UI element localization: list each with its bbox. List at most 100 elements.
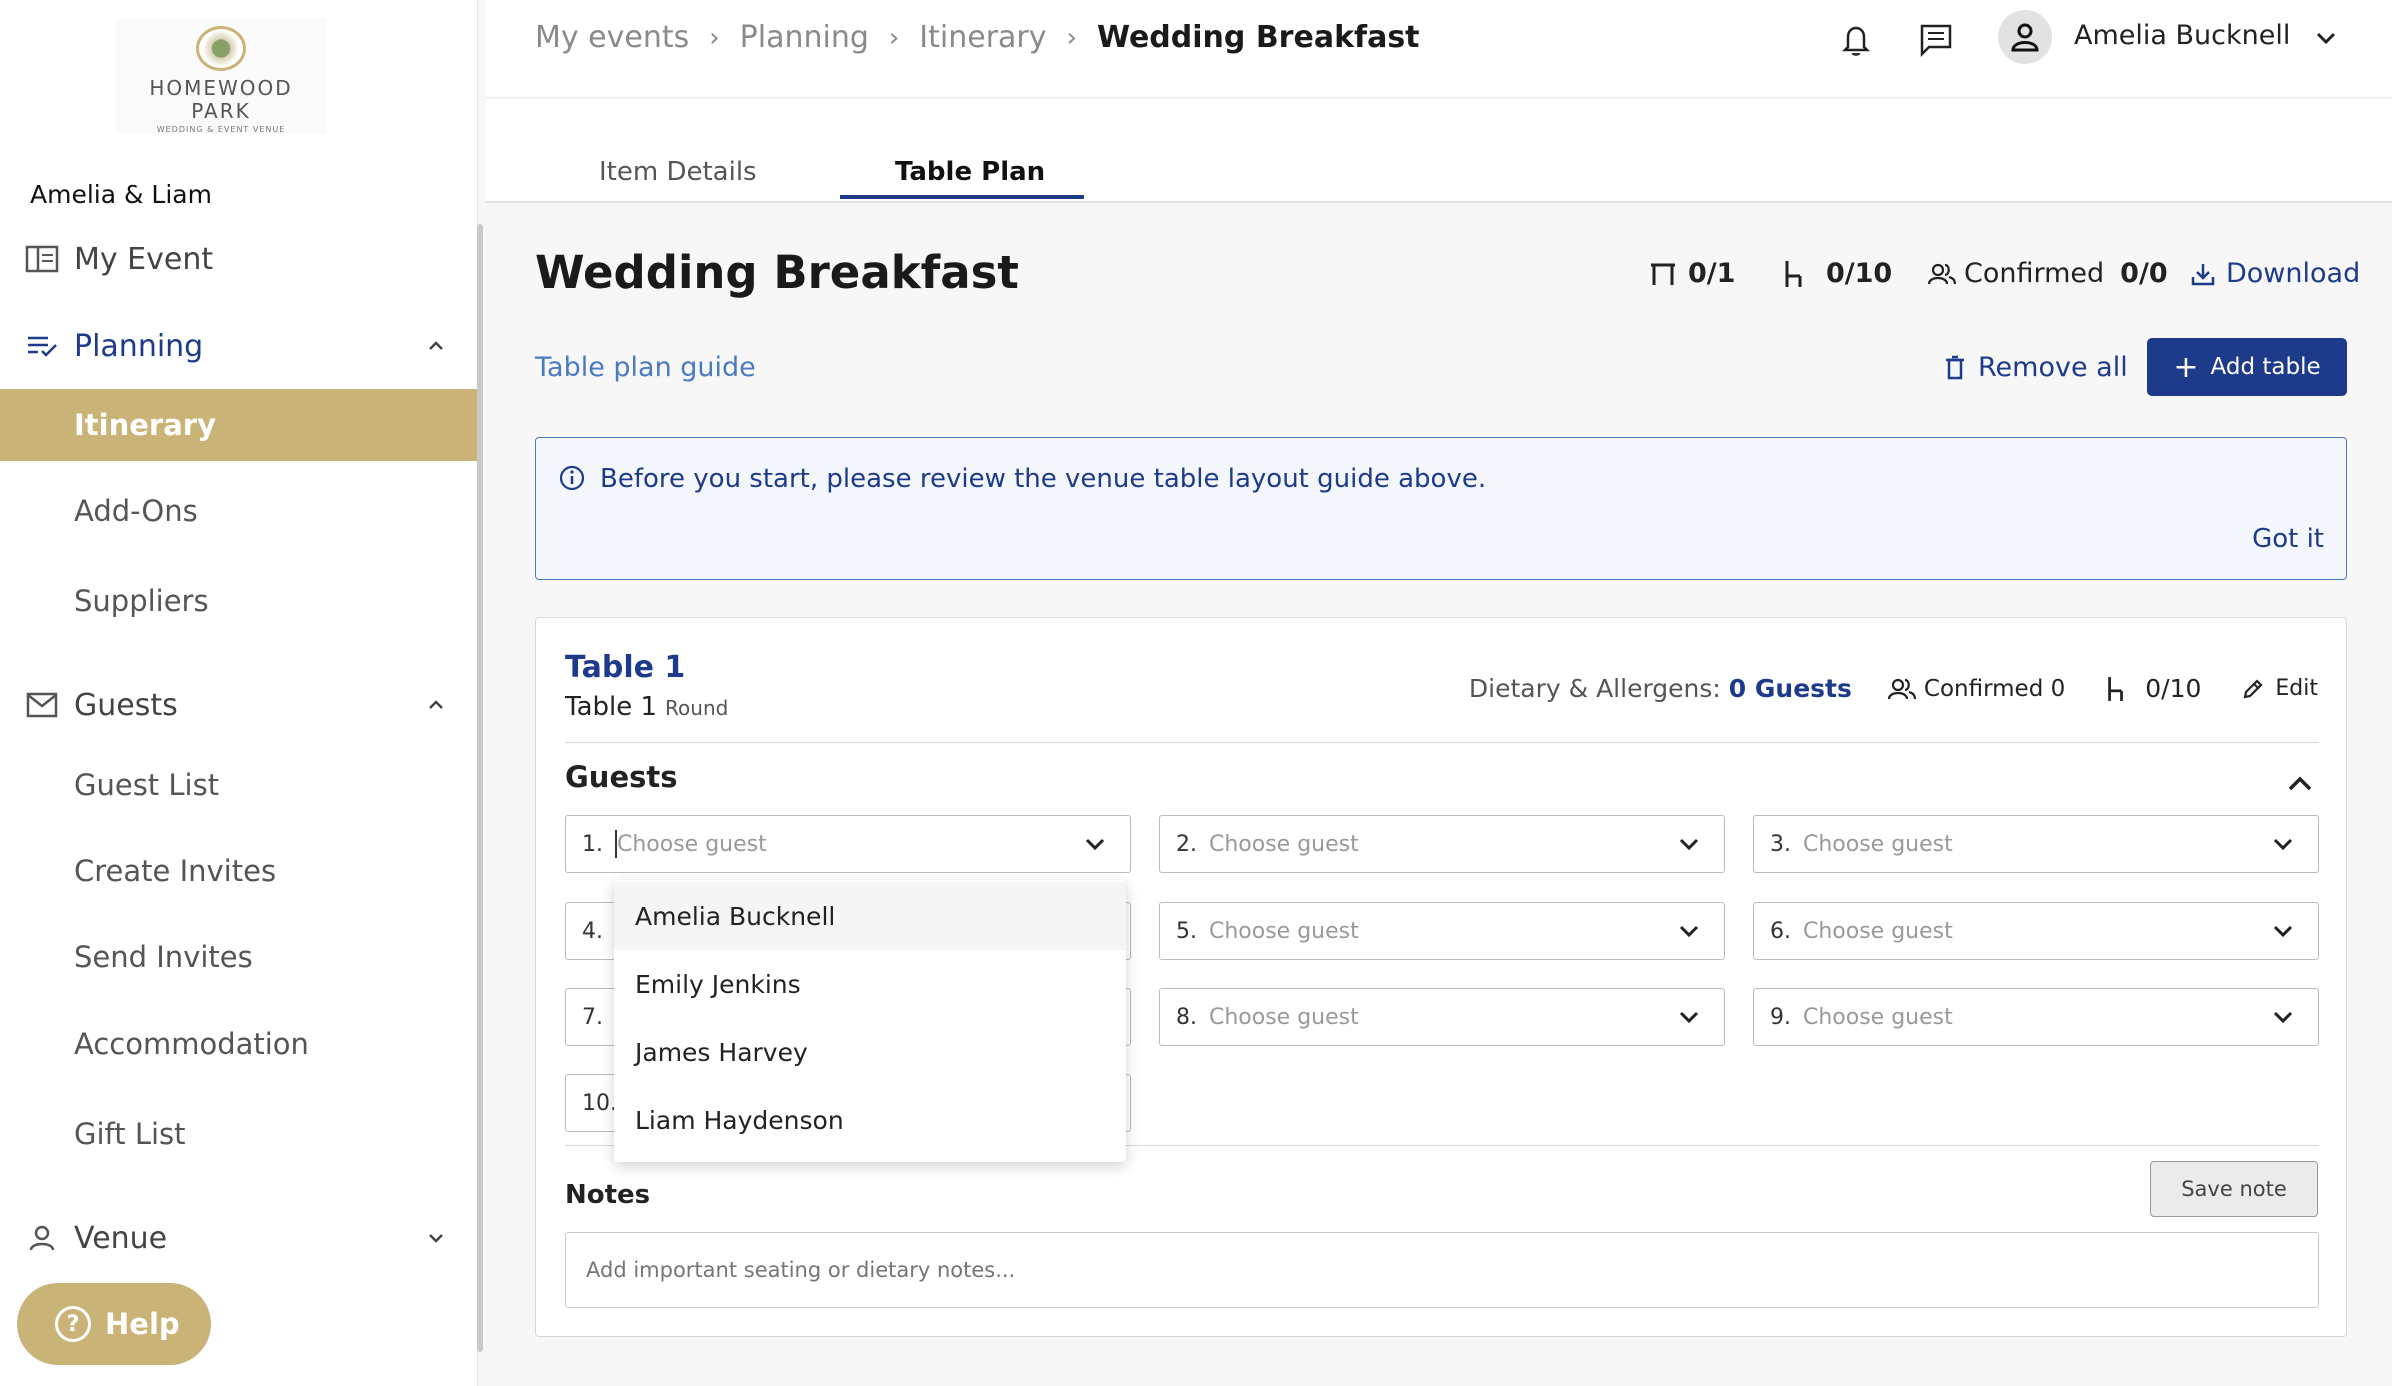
- chevron-up-icon[interactable]: [424, 693, 448, 717]
- sidebar-item-guests[interactable]: Guests: [0, 671, 478, 739]
- chevron-right-icon: ›: [709, 22, 720, 53]
- seat-3-select[interactable]: 3. Choose guest: [1753, 815, 2319, 873]
- seat-9-select[interactable]: 9. Choose guest: [1753, 988, 2319, 1046]
- seat-6-select[interactable]: 6. Choose guest: [1753, 902, 2319, 960]
- pencil-icon: [2241, 677, 2265, 701]
- top-header: My events › Planning › Itinerary › Weddi…: [486, 0, 2392, 98]
- save-note-button[interactable]: Save note: [2150, 1161, 2318, 1217]
- sidebar-item-itinerary[interactable]: Itinerary: [0, 389, 478, 461]
- sidebar-item-accommodation[interactable]: Accommodation: [0, 1008, 478, 1080]
- chevron-right-icon: ›: [888, 22, 900, 53]
- sidebar-item-create-invites[interactable]: Create Invites: [0, 835, 478, 907]
- notes-input[interactable]: [565, 1232, 2319, 1308]
- confirmed-count: Confirmed 0/0: [1928, 258, 2168, 289]
- sidebar-item-my-event[interactable]: My Event: [0, 225, 478, 293]
- bell-icon[interactable]: [1836, 20, 1876, 60]
- sidebar-item-label: Venue: [74, 1220, 168, 1256]
- notice-text: Before you start, please review the venu…: [600, 464, 1487, 494]
- dropdown-option[interactable]: Emily Jenkins: [614, 950, 1126, 1018]
- sidebar-item-send-invites[interactable]: Send Invites: [0, 921, 478, 993]
- add-table-button[interactable]: + Add table: [2147, 338, 2347, 396]
- chevron-down-icon: [1676, 831, 1702, 857]
- seat-1-select[interactable]: 1. Choose guest: [565, 815, 1131, 873]
- chevron-down-icon: [1082, 831, 1108, 857]
- table-icon: [1648, 261, 1678, 287]
- dropdown-option[interactable]: Amelia Bucknell: [614, 882, 1126, 950]
- sidebar-scrollbar[interactable]: [477, 224, 483, 1352]
- got-it-button[interactable]: Got it: [2252, 524, 2324, 554]
- breadcrumb-my-events[interactable]: My events: [535, 20, 689, 55]
- page-title: Wedding Breakfast: [535, 246, 1019, 299]
- chevron-down-icon: [2270, 1004, 2296, 1030]
- plus-icon: +: [2173, 349, 2199, 385]
- sidebar-item-suppliers[interactable]: Suppliers: [0, 565, 478, 637]
- download-icon: [2190, 261, 2216, 287]
- dropdown-option[interactable]: Liam Haydenson: [614, 1086, 1126, 1154]
- chevron-down-icon[interactable]: [424, 1226, 448, 1250]
- table-confirmed: Confirmed 0: [1923, 675, 2066, 702]
- chevron-down-icon: [2270, 918, 2296, 944]
- chevron-up-icon[interactable]: [424, 334, 448, 358]
- checklist-icon: [24, 328, 60, 364]
- people-icon: [1928, 262, 1956, 286]
- table-stats: Dietary & Allergens: 0 Guests Confirmed …: [1469, 674, 2318, 703]
- breadcrumb: My events › Planning › Itinerary › Weddi…: [535, 20, 1420, 55]
- download-button[interactable]: Download: [2190, 258, 2360, 289]
- help-button[interactable]: ? Help: [17, 1283, 211, 1365]
- seat-8-select[interactable]: 8. Choose guest: [1159, 988, 1725, 1046]
- tab-item-details[interactable]: Item Details: [599, 157, 757, 187]
- dropdown-option[interactable]: James Harvey: [614, 1018, 1126, 1086]
- tab-table-plan[interactable]: Table Plan: [895, 157, 1045, 187]
- chevron-down-icon[interactable]: [2312, 24, 2340, 52]
- edit-table-button[interactable]: Edit: [2241, 676, 2318, 701]
- breadcrumb-current: Wedding Breakfast: [1096, 20, 1420, 55]
- person-icon: [24, 1220, 60, 1256]
- panel-icon: [24, 241, 60, 277]
- table-plan-guide-link[interactable]: Table plan guide: [535, 352, 756, 383]
- chevron-up-icon[interactable]: [2284, 768, 2316, 800]
- guests-heading: Guests: [565, 760, 678, 794]
- sidebar: HOMEWOOD PARK WEDDING & EVENT VENUE Amel…: [0, 0, 478, 1386]
- table-title[interactable]: Table 1: [565, 650, 685, 685]
- seat-5-select[interactable]: 5. Choose guest: [1159, 902, 1725, 960]
- chevron-down-icon: [1676, 1004, 1702, 1030]
- table-subtitle: Table 1 Round: [565, 692, 729, 722]
- remove-all-button[interactable]: Remove all: [1944, 352, 2128, 383]
- help-icon: ?: [55, 1306, 91, 1342]
- help-label: Help: [105, 1307, 180, 1341]
- chevron-down-icon: [1676, 918, 1702, 944]
- sidebar-item-venue[interactable]: Venue: [0, 1204, 478, 1272]
- table-shape: Round: [665, 696, 729, 720]
- chevron-down-icon: [2270, 831, 2296, 857]
- sidebar-item-label: My Event: [74, 241, 214, 277]
- breadcrumb-itinerary[interactable]: Itinerary: [919, 20, 1046, 55]
- dietary-allergens[interactable]: Dietary & Allergens: 0 Guests: [1469, 674, 1852, 703]
- seat-2-select[interactable]: 2. Choose guest: [1159, 815, 1725, 873]
- table-seats: 0/10: [2145, 674, 2202, 703]
- chevron-right-icon: ›: [1066, 22, 1077, 53]
- mail-icon: [24, 687, 60, 723]
- sidebar-item-add-ons[interactable]: Add-Ons: [0, 475, 478, 547]
- sidebar-item-gift-list[interactable]: Gift List: [0, 1098, 478, 1170]
- avatar[interactable]: [1998, 10, 2052, 64]
- breadcrumb-planning[interactable]: Planning: [740, 20, 869, 55]
- active-tab-indicator: [840, 195, 1084, 199]
- sidebar-item-guest-list[interactable]: Guest List: [0, 749, 478, 821]
- tab-bar: Item Details Table Plan: [486, 99, 2392, 203]
- logo-name: HOMEWOOD PARK: [149, 76, 293, 123]
- info-icon: [558, 464, 586, 492]
- info-notice: Before you start, please review the venu…: [535, 437, 2347, 580]
- trash-icon: [1944, 355, 1966, 381]
- user-name[interactable]: Amelia Bucknell: [2074, 20, 2290, 51]
- venue-logo: HOMEWOOD PARK WEDDING & EVENT VENUE: [116, 18, 326, 134]
- tables-count: 0/1: [1648, 258, 1735, 289]
- chair-icon: [2105, 675, 2127, 703]
- couple-name: Amelia & Liam: [30, 180, 212, 209]
- logo-emblem-icon: [196, 26, 246, 71]
- chat-icon[interactable]: [1916, 20, 1956, 60]
- notes-heading: Notes: [565, 1180, 651, 1210]
- sidebar-item-planning[interactable]: Planning: [0, 312, 478, 380]
- divider: [565, 742, 2319, 743]
- people-icon: [1887, 677, 1916, 701]
- sidebar-item-label: Guests: [74, 687, 178, 723]
